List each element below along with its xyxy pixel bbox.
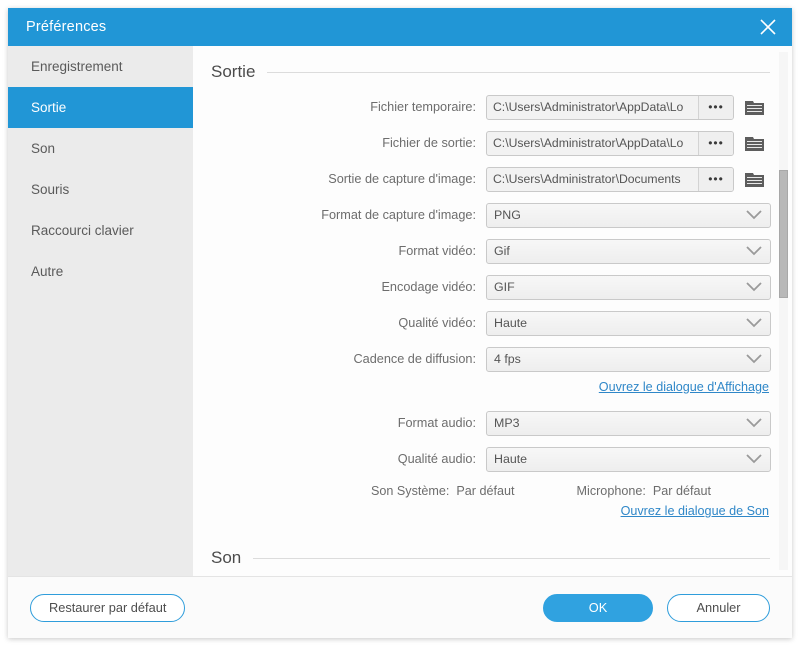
field-label: Fichier de sortie: [382,136,476,150]
chevron-down-icon [746,454,762,464]
microphone-value: Par défaut [652,484,711,498]
field-label: Format audio: [397,416,476,430]
sidebar-item-label: Sortie [31,100,67,115]
video-format-select[interactable]: Gif [486,238,771,264]
sound-dialog-link-row: Ouvrez le dialogue de Son [211,504,770,518]
close-button[interactable] [744,8,792,46]
output-file-input[interactable]: C:\Users\Administrator\AppData\Lo ••• [486,130,734,156]
sidebar-item-raccourci-clavier[interactable]: Raccourci clavier [8,210,193,251]
video-encoder-value: GIF [494,280,515,294]
frame-rate-value: 4 fps [494,352,521,366]
section-title: Sortie [211,62,256,81]
section-divider [267,71,770,73]
screenshot-format-select[interactable]: PNG [486,202,771,228]
close-icon [758,17,778,37]
chevron-down-icon [746,418,762,428]
footer-action-buttons: OK Annuler [543,593,770,622]
settings-scrollbar-thumb[interactable] [779,170,788,298]
screenshot-output-browse-button[interactable]: ••• [698,167,733,191]
open-sound-dialog-link[interactable]: Ouvrez le dialogue de Son [621,504,769,518]
sidebar-item-souris[interactable]: Souris [8,169,193,210]
microphone-label: Microphone: [576,484,646,498]
screenshot-output-input[interactable]: C:\Users\Administrator\Documents ••• [486,166,734,192]
chevron-down-icon [746,354,762,364]
video-encoder-select[interactable]: GIF [486,274,771,300]
settings-scroll-content: Sortie Fichier temporaire: C:\Users\Admi… [193,46,792,576]
sidebar-item-label: Enregistrement [31,59,123,74]
field-row-screenshot-format: Format de capture d'image: PNG [211,200,771,230]
frame-rate-select[interactable]: 4 fps [486,346,771,372]
sidebar-item-label: Son [31,141,56,156]
field-row-output-file: Fichier de sortie: C:\Users\Administrato… [211,128,770,158]
field-label: Fichier temporaire: [370,100,476,114]
field-label: Cadence de diffusion: [353,352,476,366]
window-title: Préférences [26,19,107,35]
audio-quality-select[interactable]: Haute [486,446,771,472]
field-label: Qualité audio: [397,452,476,466]
field-row-audio-format: Format audio: MP3 [211,408,771,438]
audio-devices-row: Son Système: Par défaut Microphone: Par … [211,484,770,498]
sidebar-item-enregistrement[interactable]: Enregistrement [8,46,193,87]
chevron-down-icon [746,318,762,328]
field-label: Encodage vidéo: [381,280,476,294]
temp-file-browse-button[interactable]: ••• [698,95,733,119]
screenshot-output-folder-icon[interactable] [745,171,765,188]
sidebar-item-sortie[interactable]: Sortie [8,87,193,128]
chevron-down-icon [746,210,762,220]
video-quality-value: Haute [494,316,528,330]
settings-panel: Sortie Fichier temporaire: C:\Users\Admi… [193,46,792,576]
field-row-video-encoder: Encodage vidéo: GIF [211,272,771,302]
field-label: Qualité vidéo: [398,316,476,330]
sidebar-item-label: Souris [31,182,70,197]
system-sound-label: Son Système: [371,484,450,498]
section-header-son: Son [211,532,770,576]
output-file-value: C:\Users\Administrator\AppData\Lo [493,136,684,150]
display-dialog-link-row: Ouvrez le dialogue d'Affichage [211,380,770,394]
settings-scrollbar-track[interactable] [779,52,788,570]
ok-button[interactable]: OK [543,593,653,622]
section-title: Son [211,548,242,567]
temp-file-folder-icon[interactable] [745,99,765,116]
output-file-browse-button[interactable]: ••• [698,131,733,155]
audio-format-select[interactable]: MP3 [486,410,771,436]
title-bar: Préférences [8,8,792,46]
field-row-temp-file: Fichier temporaire: C:\Users\Administrat… [211,92,770,122]
temp-file-input[interactable]: C:\Users\Administrator\AppData\Lo ••• [486,94,734,120]
chevron-down-icon [746,246,762,256]
field-row-frame-rate: Cadence de diffusion: 4 fps [211,344,771,374]
section-header-sortie: Sortie [211,46,770,92]
field-row-video-format: Format vidéo: Gif [211,236,771,266]
system-sound-value: Par défaut [456,484,515,498]
sidebar-item-son[interactable]: Son [8,128,193,169]
sidebar-nav: Enregistrement Sortie Son Souris Raccour… [8,46,193,576]
dialog-footer: Restaurer par défaut OK Annuler [8,576,792,638]
screenshot-format-value: PNG [494,208,521,222]
output-file-folder-icon[interactable] [745,135,765,152]
audio-format-value: MP3 [494,416,520,430]
field-row-audio-quality: Qualité audio: Haute [211,444,771,474]
field-label: Format de capture d'image: [321,208,476,222]
dialog-body: Enregistrement Sortie Son Souris Raccour… [8,46,792,576]
preferences-dialog: Préférences Enregistrement Sortie Son So… [8,8,792,638]
field-label: Sortie de capture d'image: [328,172,476,186]
audio-quality-value: Haute [494,452,528,466]
field-row-video-quality: Qualité vidéo: Haute [211,308,771,338]
video-format-value: Gif [494,244,510,258]
video-quality-select[interactable]: Haute [486,310,771,336]
sidebar-item-label: Autre [31,264,64,279]
field-row-screenshot-output: Sortie de capture d'image: C:\Users\Admi… [211,164,770,194]
chevron-down-icon [746,282,762,292]
temp-file-value: C:\Users\Administrator\AppData\Lo [493,100,684,114]
sidebar-item-autre[interactable]: Autre [8,251,193,292]
cancel-button[interactable]: Annuler [667,593,770,622]
sidebar-item-label: Raccourci clavier [31,223,134,238]
screenshot-output-value: C:\Users\Administrator\Documents [493,172,681,186]
restore-defaults-button[interactable]: Restaurer par défaut [30,593,186,622]
field-label: Format vidéo: [398,244,476,258]
section-divider [253,557,770,559]
open-display-dialog-link[interactable]: Ouvrez le dialogue d'Affichage [599,380,769,394]
